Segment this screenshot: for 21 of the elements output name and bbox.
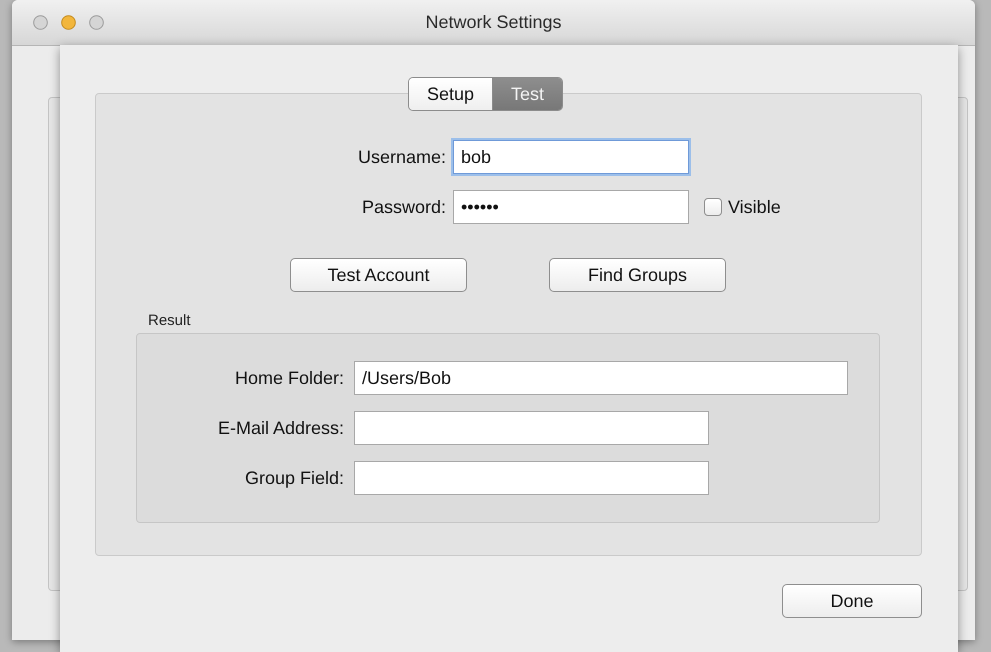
field-label: Username: (356, 146, 447, 168)
group-title: Result (148, 312, 192, 329)
action-button[interactable]: Find Groups (549, 258, 726, 292)
input-field[interactable]: /Users/Bob (354, 361, 848, 395)
password-field[interactable]: •••••• (453, 190, 689, 224)
field-label: E-Mail Address: (216, 418, 345, 438)
close-icon[interactable] (33, 15, 48, 30)
done-button[interactable]: Done (782, 584, 922, 618)
input-field[interactable] (354, 461, 709, 495)
field-label: Home Folder: (234, 368, 345, 388)
action-button[interactable]: Test Account (290, 258, 467, 292)
minimize-icon[interactable] (61, 15, 76, 30)
window-title: Network Settings (425, 12, 562, 33)
field-label: Group Field: (244, 468, 345, 488)
input-field[interactable] (354, 411, 709, 445)
field-label: Password: (360, 196, 447, 218)
checkbox-label: Visible (728, 196, 781, 218)
input-field[interactable]: bob (453, 140, 689, 174)
checkbox[interactable] (704, 198, 722, 216)
zoom-icon[interactable] (89, 15, 104, 30)
tab[interactable]: Setup (409, 78, 492, 110)
